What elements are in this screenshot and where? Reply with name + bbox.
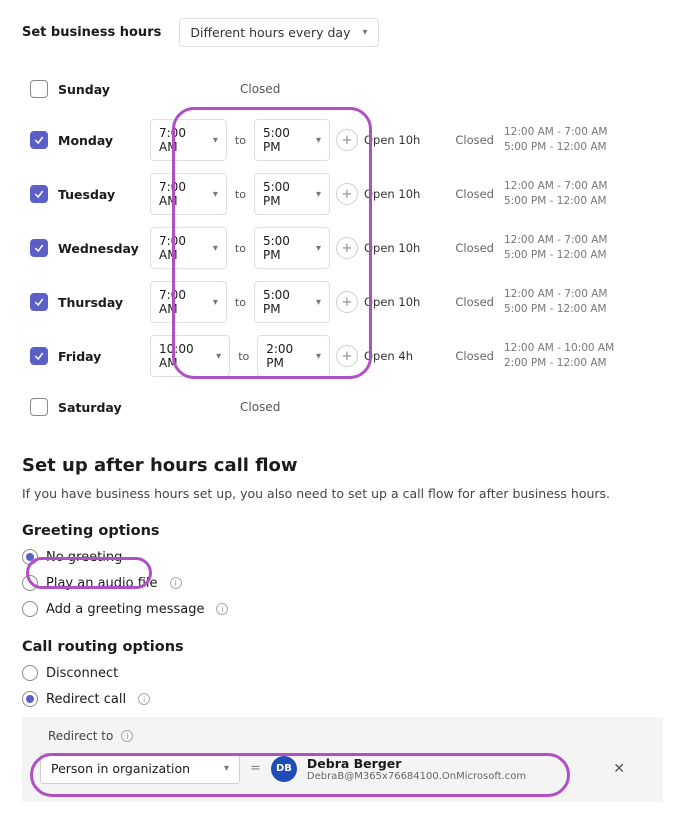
day-enable-checkbox[interactable] bbox=[30, 185, 48, 203]
day-row-sunday: Sunday Closed bbox=[22, 65, 663, 113]
day-name: Sunday bbox=[58, 82, 150, 97]
closed-label: Closed bbox=[444, 187, 494, 201]
open-duration: Open 10h bbox=[364, 241, 444, 255]
routing-heading: Call routing options bbox=[22, 639, 663, 655]
start-time-select[interactable]: 7:00 AM▾ bbox=[150, 173, 227, 215]
start-time-select[interactable]: 7:00 AM▾ bbox=[150, 119, 227, 161]
info-icon[interactable]: i bbox=[170, 577, 182, 589]
day-row-monday: Monday7:00 AM▾ to 5:00 PM▾ + Open 10hClosed1… bbox=[22, 113, 663, 167]
to-label: to bbox=[235, 188, 246, 201]
day-row-tuesday: Tuesday7:00 AM▾ to 5:00 PM▾ + Open 10hClosed… bbox=[22, 167, 663, 221]
day-enable-checkbox[interactable] bbox=[30, 293, 48, 311]
greeting-audio-file-label: Play an audio file bbox=[46, 576, 158, 591]
radio-icon bbox=[22, 549, 38, 565]
routing-redirect-label: Redirect call bbox=[46, 692, 126, 707]
day-name: Friday bbox=[58, 349, 150, 364]
routing-disconnect[interactable]: Disconnect bbox=[22, 665, 663, 681]
clear-person-button[interactable]: ✕ bbox=[613, 761, 645, 777]
day-enable-checkbox[interactable] bbox=[30, 347, 48, 365]
closed-spans: 12:00 AM - 10:00 AM2:00 PM - 12:00 AM bbox=[494, 341, 624, 370]
chevron-down-icon: ▾ bbox=[224, 763, 229, 774]
day-name: Wednesday bbox=[58, 241, 150, 256]
person-name: Debra Berger bbox=[307, 756, 526, 771]
day-row-saturday: Saturday Closed bbox=[22, 383, 663, 431]
day-enable-checkbox[interactable] bbox=[30, 131, 48, 149]
info-icon[interactable]: i bbox=[216, 603, 228, 615]
day-name: Monday bbox=[58, 133, 150, 148]
day-row-wednesday: Wednesday7:00 AM▾ to 5:00 PM▾ + Open 10hClos… bbox=[22, 221, 663, 275]
greeting-heading: Greeting options bbox=[22, 523, 663, 539]
info-icon[interactable]: i bbox=[121, 730, 133, 742]
after-hours-description: If you have business hours set up, you a… bbox=[22, 486, 663, 501]
radio-icon bbox=[22, 575, 38, 591]
to-label: to bbox=[235, 134, 246, 147]
greeting-no-greeting[interactable]: No greeting bbox=[22, 549, 663, 565]
end-time-select[interactable]: 5:00 PM▾ bbox=[254, 227, 330, 269]
day-name: Saturday bbox=[58, 400, 150, 415]
redirect-to-label: Redirect to bbox=[48, 729, 113, 743]
day-enable-checkbox[interactable] bbox=[30, 239, 48, 257]
add-hours-button[interactable]: + bbox=[336, 345, 358, 367]
radio-icon bbox=[22, 665, 38, 681]
closed-spans: 12:00 AM - 7:00 AM5:00 PM - 12:00 AM bbox=[494, 287, 624, 316]
after-hours-heading: Set up after hours call flow bbox=[22, 455, 663, 476]
open-duration: Open 10h bbox=[364, 133, 444, 147]
open-duration: Open 4h bbox=[364, 349, 444, 363]
start-time-select[interactable]: 10:00 AM▾ bbox=[150, 335, 230, 377]
chevron-down-icon: ▾ bbox=[363, 27, 368, 38]
routing-disconnect-label: Disconnect bbox=[46, 666, 118, 681]
greeting-message-label: Add a greeting message bbox=[46, 602, 204, 617]
day-row-thursday: Thursday7:00 AM▾ to 5:00 PM▾ + Open 10hClose… bbox=[22, 275, 663, 329]
business-hours-label: Set business hours bbox=[22, 25, 161, 40]
greeting-audio-file[interactable]: Play an audio file i bbox=[22, 575, 663, 591]
add-hours-button[interactable]: + bbox=[336, 183, 358, 205]
business-hours-mode-value: Different hours every day bbox=[190, 25, 350, 40]
to-label: to bbox=[235, 296, 246, 309]
end-time-select[interactable]: 2:00 PM▾ bbox=[257, 335, 330, 377]
to-label: to bbox=[238, 350, 249, 363]
closed-label: Closed bbox=[444, 241, 494, 255]
add-hours-button[interactable]: + bbox=[336, 291, 358, 313]
closed-label: Closed bbox=[444, 349, 494, 363]
end-time-select[interactable]: 5:00 PM▾ bbox=[254, 119, 330, 161]
radio-icon bbox=[22, 691, 38, 707]
add-hours-button[interactable]: + bbox=[336, 237, 358, 259]
business-hours-mode-select[interactable]: Different hours every day ▾ bbox=[179, 18, 378, 47]
equals-icon: = bbox=[250, 761, 261, 776]
to-label: to bbox=[235, 242, 246, 255]
end-time-select[interactable]: 5:00 PM▾ bbox=[254, 281, 330, 323]
greeting-no-greeting-label: No greeting bbox=[46, 550, 122, 565]
day-name: Thursday bbox=[58, 295, 150, 310]
day-name: Tuesday bbox=[58, 187, 150, 202]
closed-label: Closed bbox=[444, 295, 494, 309]
add-hours-button[interactable]: + bbox=[336, 129, 358, 151]
day-enable-checkbox[interactable] bbox=[30, 80, 48, 98]
radio-icon bbox=[22, 601, 38, 617]
routing-redirect[interactable]: Redirect call i bbox=[22, 691, 663, 707]
avatar: DB bbox=[271, 756, 297, 782]
redirect-target-type-value: Person in organization bbox=[51, 761, 190, 776]
day-row-friday: Friday10:00 AM▾ to 2:00 PM▾ + Open 4hClosed1… bbox=[22, 329, 663, 383]
closed-label: Closed bbox=[240, 400, 280, 414]
start-time-select[interactable]: 7:00 AM▾ bbox=[150, 281, 227, 323]
redirect-target-type-select[interactable]: Person in organization ▾ bbox=[40, 753, 240, 784]
greeting-message[interactable]: Add a greeting message i bbox=[22, 601, 663, 617]
closed-spans: 12:00 AM - 7:00 AM5:00 PM - 12:00 AM bbox=[494, 233, 624, 262]
start-time-select[interactable]: 7:00 AM▾ bbox=[150, 227, 227, 269]
info-icon[interactable]: i bbox=[138, 693, 150, 705]
open-duration: Open 10h bbox=[364, 187, 444, 201]
closed-label: Closed bbox=[444, 133, 494, 147]
open-duration: Open 10h bbox=[364, 295, 444, 309]
day-enable-checkbox[interactable] bbox=[30, 398, 48, 416]
closed-spans: 12:00 AM - 7:00 AM5:00 PM - 12:00 AM bbox=[494, 179, 624, 208]
person-email: DebraB@M365x76684100.OnMicrosoft.com bbox=[307, 771, 526, 782]
closed-spans: 12:00 AM - 7:00 AM5:00 PM - 12:00 AM bbox=[494, 125, 624, 154]
end-time-select[interactable]: 5:00 PM▾ bbox=[254, 173, 330, 215]
closed-label: Closed bbox=[240, 82, 280, 96]
